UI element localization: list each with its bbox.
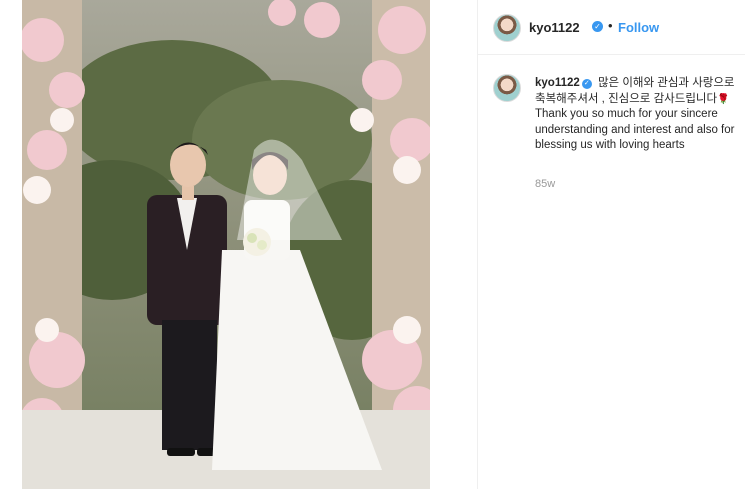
caption-body: kyo1122 ✓ 많은 이해와 관심과 사랑으로 축복해주셔서 , 진심으로 감… xyxy=(535,76,735,154)
wedding-photo-illustration xyxy=(22,0,430,489)
post-sidebar: kyo1122 ✓ • Follow kyo1122 ✓ 많은 이해와 관심과 사… xyxy=(477,0,745,489)
follow-button[interactable]: Follow xyxy=(618,20,659,35)
avatar[interactable] xyxy=(493,14,521,42)
separator-dot: • xyxy=(608,18,613,33)
caption-avatar[interactable] xyxy=(493,74,521,102)
rose-icon: 🌹 xyxy=(717,93,730,105)
caption-text-english: Thank you so much for your sincere under… xyxy=(535,108,735,151)
post-timestamp[interactable]: 85w xyxy=(535,178,555,190)
verified-icon: ✓ xyxy=(592,21,603,32)
wedding-photo[interactable] xyxy=(22,0,430,489)
post-header: kyo1122 ✓ • Follow xyxy=(478,0,745,55)
verified-icon: ✓ xyxy=(581,79,592,89)
header-username[interactable]: kyo1122 xyxy=(529,20,580,35)
caption-username[interactable]: kyo1122 xyxy=(535,77,580,89)
instagram-post: kyo1122 ✓ • Follow kyo1122 ✓ 많은 이해와 관심과 사… xyxy=(0,0,745,489)
